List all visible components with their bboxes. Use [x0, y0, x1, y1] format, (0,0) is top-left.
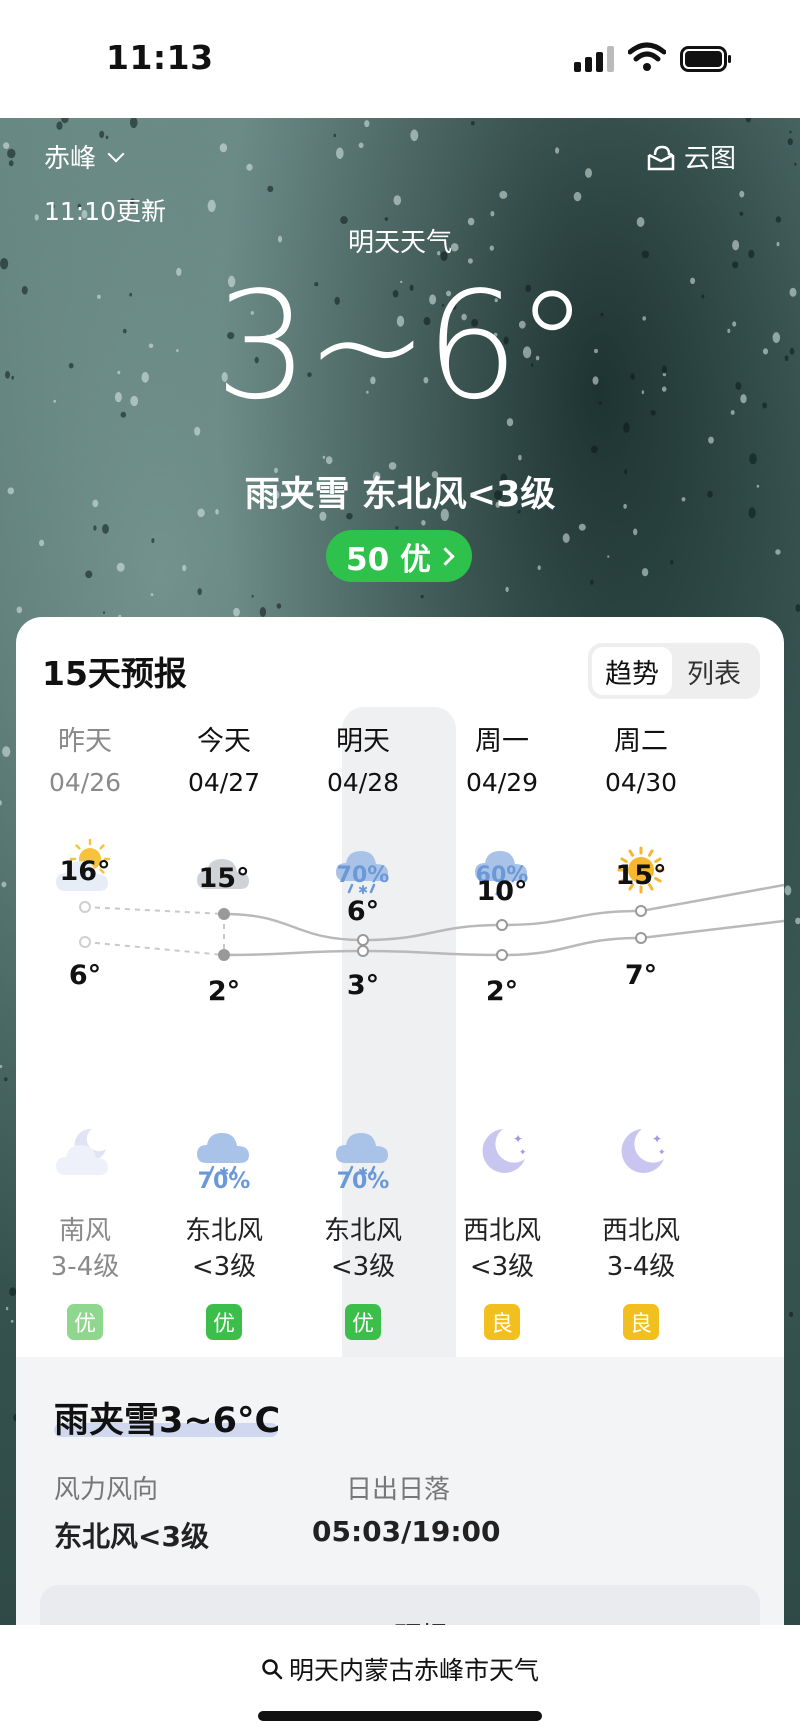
status-time: 11:13	[106, 38, 214, 77]
day-date: 04/27	[187, 768, 261, 797]
city-name: 赤峰	[44, 144, 97, 174]
day-label: 明天天气	[347, 228, 452, 258]
cloud-map-icon	[647, 145, 675, 170]
day-name: 昨天	[58, 726, 112, 757]
wind-label: 风力风向	[54, 1475, 159, 1505]
wind-level: <3级	[469, 1252, 535, 1282]
svg-text:✦: ✦	[513, 1132, 523, 1146]
day-name: 周一	[475, 726, 529, 757]
low-temp-point	[496, 949, 508, 961]
cloud-map-button[interactable]: 云图	[646, 138, 736, 175]
low-temp-label: 7°	[625, 960, 657, 991]
wind-level: <3级	[330, 1252, 396, 1282]
wind-direction: 东北风	[323, 1216, 402, 1246]
search-query: 明天内蒙古赤峰市天气	[288, 1656, 539, 1685]
wind-direction: 西北风	[462, 1216, 541, 1246]
aqi-level-badge: 优	[206, 1304, 242, 1340]
cloudy-icon	[197, 859, 249, 889]
day-precip-chance: 70%	[336, 863, 390, 888]
wind-info: 东北风 <3级	[154, 1213, 294, 1285]
wind-info: 东北风 <3级	[293, 1213, 433, 1285]
forecast-day-04-29[interactable]: 周一 04/29	[432, 722, 572, 804]
high-temp-point	[79, 901, 91, 913]
wind-info: 西北风 <3级	[432, 1213, 572, 1285]
day-date: 04/28	[326, 768, 400, 797]
day-date: 04/29	[465, 768, 539, 797]
wind-info: 南风 3-4级	[16, 1213, 155, 1285]
night-precip-chance: 70%	[197, 1169, 251, 1194]
search-icon	[262, 1659, 283, 1680]
high-temp-point	[496, 919, 508, 931]
day-date: 04/30	[604, 768, 678, 797]
signal-icon	[574, 46, 614, 72]
aqi-level-badge: 良	[484, 1304, 520, 1340]
aqi-value: 50 优	[346, 541, 431, 578]
day-precip-chance: 60%	[475, 863, 529, 888]
tab-trend[interactable]: 趋势	[592, 647, 672, 695]
sunrise-label: 日出日落	[346, 1475, 451, 1505]
view-toggle: 趋势 列表	[588, 643, 760, 699]
battery-icon	[680, 46, 731, 72]
tab-list[interactable]: 列表	[674, 647, 754, 695]
low-temp-label: 6°	[69, 960, 101, 991]
weather-description: 雨夹雪 东北风<3级	[244, 475, 556, 515]
wind-direction: 南风	[58, 1216, 111, 1246]
moon-cloud-icon	[56, 1128, 108, 1175]
aqi-level-badge: 优	[345, 1304, 381, 1340]
day-name: 今天	[197, 726, 251, 757]
bottom-search-bar: 明天内蒙古赤峰市天气	[0, 1625, 800, 1733]
temperature-range: 3~6°	[214, 260, 589, 432]
moon-icon: ✦✦	[621, 1129, 666, 1173]
search-link[interactable]: 明天内蒙古赤峰市天气	[0, 1651, 800, 1687]
chevron-right-icon	[436, 546, 455, 566]
svg-text:✦: ✦	[519, 1148, 527, 1158]
forecast-day-04-26[interactable]: 昨天 04/26	[16, 722, 155, 804]
svg-text:✦: ✦	[658, 1148, 666, 1158]
high-temp-point	[218, 908, 230, 920]
forecast-day-04-27[interactable]: 今天 04/27	[154, 722, 294, 804]
detail-title: 雨夹雪3~6°C	[54, 1401, 281, 1441]
cloud-map-label: 云图	[683, 144, 736, 174]
wind-level: 3-4级	[50, 1252, 120, 1282]
wind-level: 3-4级	[606, 1252, 676, 1282]
low-line-past	[84, 941, 225, 956]
status-bar: 11:13	[0, 0, 800, 118]
home-indicator	[258, 1711, 542, 1721]
low-temp-point	[79, 936, 91, 948]
wind-value: 东北风<3级	[54, 1520, 209, 1553]
city-selector[interactable]: 赤峰	[44, 138, 125, 175]
aqi-badge[interactable]: 50 优	[326, 530, 472, 582]
partly-sunny-icon	[56, 838, 111, 891]
wind-direction: 东北风	[184, 1216, 263, 1246]
wind-level: <3级	[191, 1252, 257, 1282]
svg-text:✦: ✦	[652, 1132, 662, 1146]
low-temp-line	[223, 919, 784, 957]
night-precip-chance: 70%	[336, 1169, 390, 1194]
aqi-level-badge: 良	[623, 1304, 659, 1340]
day-date: 04/26	[48, 768, 122, 797]
forecast-title: 15天预报	[42, 654, 187, 693]
low-temp-point	[218, 949, 230, 961]
day-name: 周二	[614, 726, 668, 757]
forecast-day-04-28[interactable]: 明天 04/28	[293, 722, 433, 804]
moon-icon: ✦✦	[482, 1129, 527, 1173]
chevron-down-icon	[107, 145, 125, 162]
high-temp-point	[635, 905, 647, 917]
sun-icon	[617, 846, 665, 894]
forecast-card: 15天预报 趋势 列表 昨天 04/26 南风 3-4级优今天 04/27 ✱ 70% 东北风…	[16, 617, 784, 1677]
wind-direction: 西北风	[601, 1216, 680, 1246]
low-temp-label: 2°	[208, 976, 240, 1007]
wifi-icon	[628, 42, 666, 71]
low-temp-point	[635, 932, 647, 944]
wind-info: 西北风 3-4级	[571, 1213, 711, 1285]
sunrise-value: 05:03/19:00	[312, 1515, 501, 1548]
forecast-day-04-30[interactable]: 周二 04/30	[571, 722, 711, 804]
low-temp-label: 2°	[486, 976, 518, 1007]
day-name: 明天	[336, 726, 390, 757]
high-line-past	[84, 906, 225, 915]
aqi-level-badge: 优	[67, 1304, 103, 1340]
